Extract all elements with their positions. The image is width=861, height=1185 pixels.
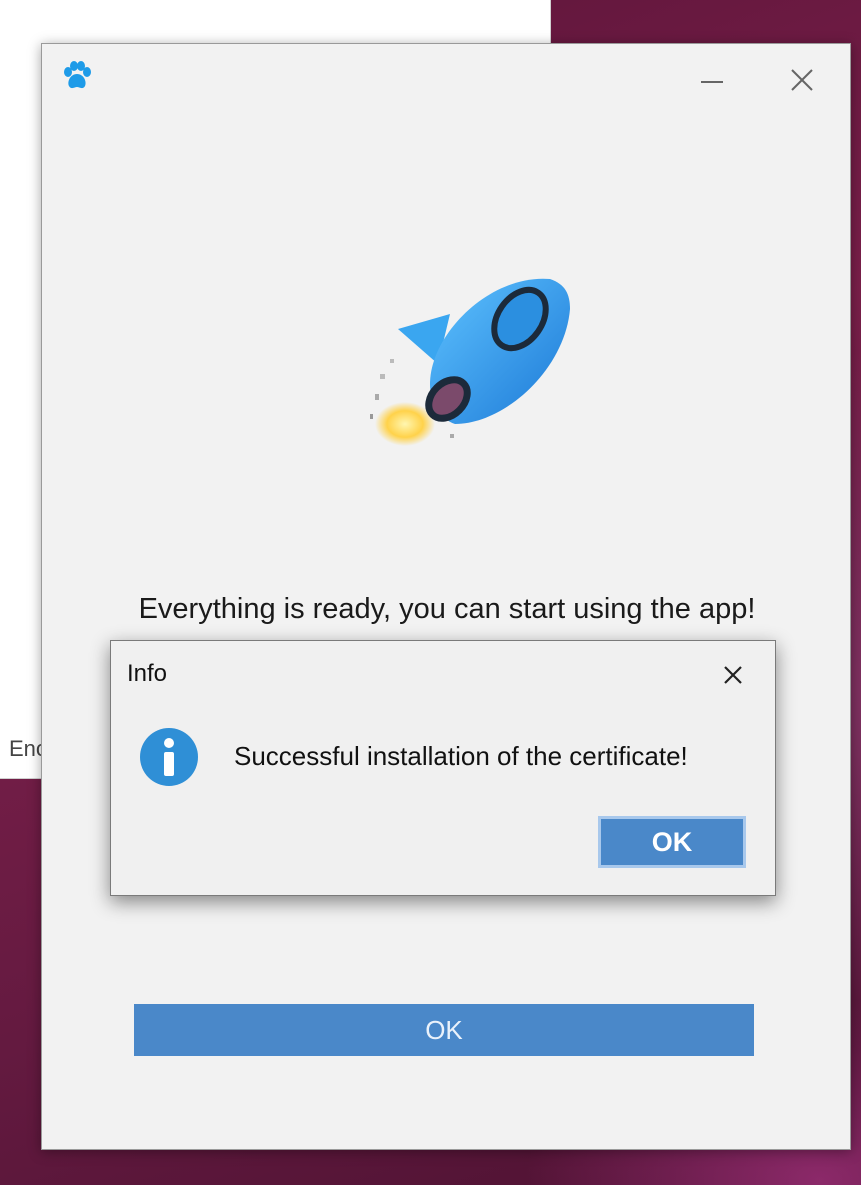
info-icon <box>139 727 199 787</box>
minimize-button[interactable] <box>694 64 730 100</box>
ready-message: Everything is ready, you can start using… <box>138 593 756 625</box>
dialog-close-button[interactable] <box>715 657 751 693</box>
dialog-message: Successful installation of the certifica… <box>234 741 688 771</box>
close-icon <box>724 666 742 684</box>
dialog-title: Info <box>127 660 168 687</box>
main-window: Everything is ready, you can start using… <box>41 43 851 1150</box>
window-close-button[interactable] <box>782 60 822 100</box>
dialog-ok-button[interactable]: OK <box>598 816 746 868</box>
close-icon <box>791 69 813 91</box>
info-dialog: Info Successful installation of the cert… <box>110 640 776 896</box>
rocket-icon <box>320 234 580 474</box>
paw-icon <box>60 60 94 94</box>
main-ok-button[interactable]: OK <box>134 1004 754 1056</box>
